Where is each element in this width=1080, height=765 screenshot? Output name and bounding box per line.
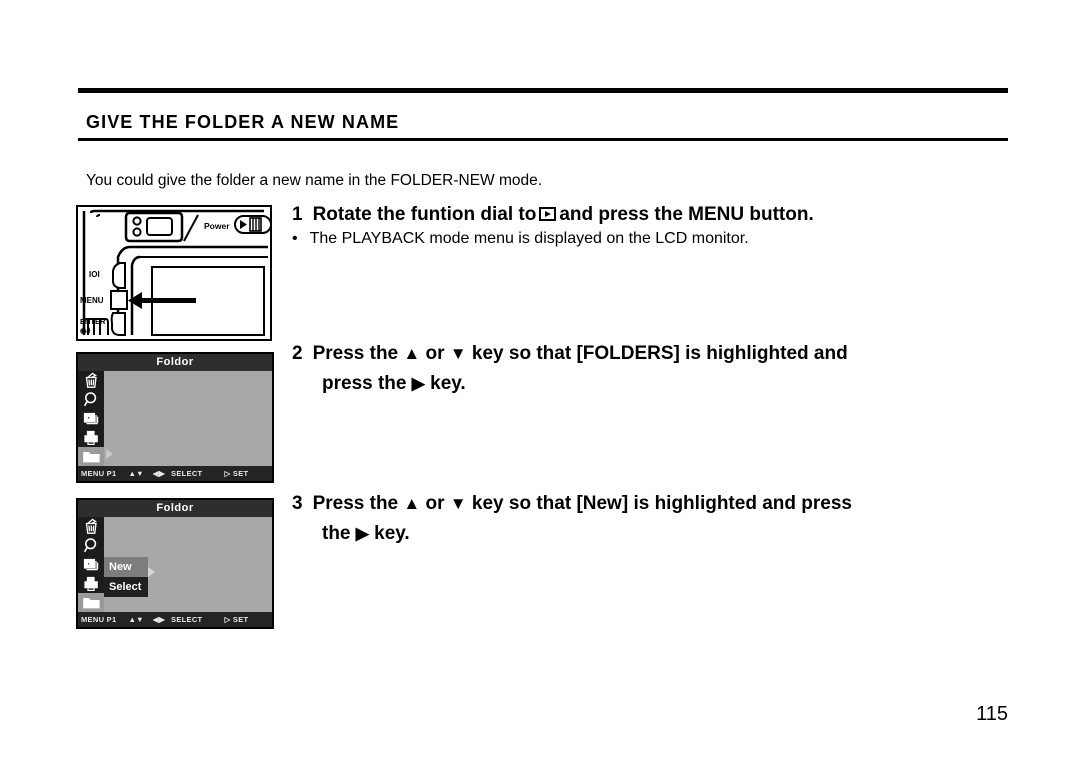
folder-icon[interactable]	[78, 447, 104, 466]
step-1-text-before: Rotate the funtion dial to	[312, 204, 537, 225]
display-button-label: IOI	[89, 270, 100, 279]
step-1-number: 1	[292, 204, 303, 225]
status-set-label: ▷ SET	[224, 469, 249, 478]
step-2-line2-a: press the	[322, 373, 407, 394]
lcd-screen-folders: Foldor MENU P1 ▲▼ ◀▶ SELECT ▷ SET	[76, 352, 274, 483]
submenu-item-select[interactable]: Select	[104, 577, 148, 597]
magnifier-icon[interactable]	[78, 390, 104, 409]
step-2-text-b: or	[425, 343, 445, 364]
lcd-cursor-arrow	[106, 449, 113, 459]
bullet-marker: •	[292, 230, 298, 247]
slideshow-icon[interactable]	[78, 555, 104, 574]
step-2-line2-b: key.	[430, 373, 466, 394]
lcd-title: Foldor	[78, 354, 272, 371]
trash-icon[interactable]	[78, 517, 104, 536]
lcd-screen-folder-submenu: Foldor New Select MENU P1 ▲▼ ◀▶ SELECT ▷…	[76, 498, 274, 629]
up-key-icon: ▲	[403, 344, 421, 363]
step-1: 1 Rotate the funtion dial to and press the…	[292, 200, 814, 230]
menu-pointer-arrow	[128, 292, 196, 309]
status-leftright-icon: ◀▶	[152, 615, 166, 624]
lcd-body	[78, 371, 272, 466]
step-3-text-a: Press the	[312, 493, 399, 514]
status-updown-icon: ▲▼	[128, 615, 144, 624]
playback-icon	[539, 207, 557, 221]
step-1-bullet: • The PLAYBACK mode menu is displayed on …	[292, 230, 749, 248]
power-label: Power	[204, 221, 230, 231]
step-2-line-1: 2 Press the ▲ or ▼ key so that [FOLDERS] …	[292, 339, 992, 369]
step-3-line2-b: key.	[374, 523, 410, 544]
lcd-status-bar: MENU P1 ▲▼ ◀▶ SELECT ▷ SET	[78, 466, 272, 481]
trash-icon[interactable]	[78, 371, 104, 390]
enter-sub-label: ◉/⍿	[80, 326, 91, 335]
printer-icon[interactable]	[78, 574, 104, 593]
lcd-body: New Select	[78, 517, 272, 612]
status-menu-label: MENU P1	[81, 469, 117, 478]
menu-button-label: MENU	[80, 296, 104, 305]
step-3-line-2: the ▶ key.	[322, 519, 1002, 549]
step-3-text-b: or	[425, 493, 445, 514]
page-number: 115	[976, 703, 1008, 725]
status-set-label: ▷ SET	[224, 615, 249, 624]
right-key-icon: ▶	[411, 374, 425, 393]
header-rule-bottom	[78, 138, 1008, 141]
step-1-heading: 1 Rotate the funtion dial to and press the…	[292, 200, 814, 230]
lcd-cursor-arrow	[148, 567, 155, 577]
status-menu-label: MENU P1	[81, 615, 117, 624]
enter-button-label: ENTER	[80, 317, 106, 326]
step-2: 2 Press the ▲ or ▼ key so that [FOLDERS] …	[292, 339, 992, 399]
lcd-icon-column	[78, 371, 104, 466]
step-3-number: 3	[292, 493, 303, 514]
lcd-title: Foldor	[78, 500, 272, 517]
printer-icon[interactable]	[78, 428, 104, 447]
status-select-label: SELECT	[171, 469, 203, 478]
step-1-bullet-text: The PLAYBACK mode menu is displayed on t…	[309, 230, 749, 247]
lcd-status-bar: MENU P1 ▲▼ ◀▶ SELECT ▷ SET	[78, 612, 272, 627]
submenu-item-new[interactable]: New	[104, 557, 148, 577]
step-3: 3 Press the ▲ or ▼ key so that [New] is h…	[292, 489, 1002, 549]
step-2-text-c: key so that [FOLDERS] is highlighted and	[471, 343, 848, 364]
step-3-line2-a: the	[322, 523, 351, 544]
step-3-line-1: 3 Press the ▲ or ▼ key so that [New] is h…	[292, 489, 1002, 519]
manual-page: GIVE THE FOLDER A NEW NAME You could giv…	[0, 0, 1080, 765]
step-2-text-a: Press the	[312, 343, 399, 364]
folder-icon[interactable]	[78, 593, 104, 612]
down-key-icon: ▼	[449, 494, 467, 513]
header-rule-top	[78, 88, 1008, 93]
folder-submenu: New Select	[104, 557, 148, 597]
slideshow-icon[interactable]	[78, 409, 104, 428]
camera-back-illustration: Power IOI MENU ENTER ◉/⍿	[76, 205, 272, 341]
status-leftright-icon: ◀▶	[152, 469, 166, 478]
step-2-number: 2	[292, 343, 303, 364]
step-3-text-c: key so that [New] is highlighted and pre…	[471, 493, 852, 514]
right-key-icon: ▶	[355, 524, 369, 543]
status-select-label: SELECT	[171, 615, 203, 624]
intro-text: You could give the folder a new name in …	[86, 172, 543, 189]
up-key-icon: ▲	[403, 494, 421, 513]
status-updown-icon: ▲▼	[128, 469, 144, 478]
step-2-line-2: press the ▶ key.	[322, 369, 992, 399]
page-title: GIVE THE FOLDER A NEW NAME	[86, 112, 400, 132]
lcd-icon-column	[78, 517, 104, 612]
step-1-text-after: and press the MENU button.	[559, 204, 814, 225]
camera-drawing: Power IOI MENU ENTER ◉/⍿	[80, 209, 270, 336]
magnifier-icon[interactable]	[78, 536, 104, 555]
down-key-icon: ▼	[449, 344, 467, 363]
